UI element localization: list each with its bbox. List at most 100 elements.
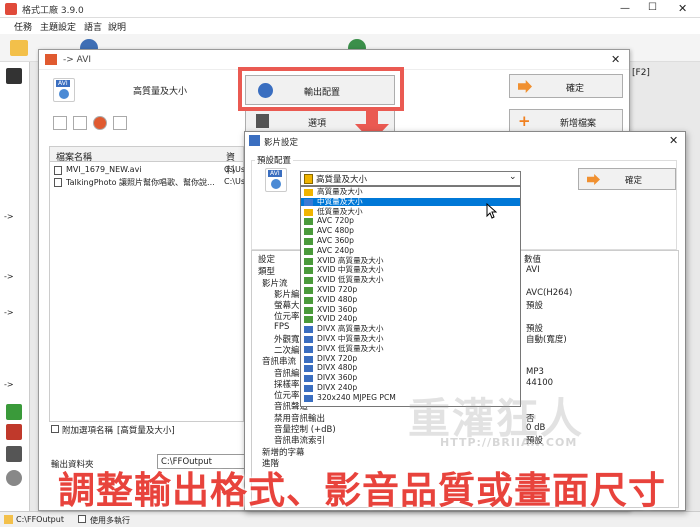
audio-icon[interactable] [6,404,22,420]
status-output-path[interactable]: C:\FFOutput [16,515,64,524]
table-row[interactable]: MVI_1679_NEW.avi C:\Us [52,165,245,176]
option-icon [304,247,313,255]
close-icon[interactable]: ✕ [611,53,620,66]
dropdown-option[interactable]: DIVX 中質量及大小 [301,334,520,344]
media-info-icon[interactable] [113,116,127,130]
remove-file-icon[interactable] [53,116,67,130]
dropdown-option[interactable]: XVID 360p [301,305,520,315]
option-icon [304,198,313,206]
video-icon[interactable] [6,68,22,84]
dropdown-option[interactable]: XVID 240p [301,315,520,324]
image-icon[interactable] [6,424,22,440]
ok-button[interactable]: 確定 [509,74,623,98]
multithread-checkbox[interactable] [78,515,86,523]
property-label[interactable]: 音訊串流索引 [274,434,325,446]
preset-selected: 高質量及大小 [316,175,368,185]
append-option-label: 附加選項名稱 [62,426,114,436]
chevron-down-icon[interactable]: ⌄ [509,172,517,182]
dropdown-option[interactable]: AVC 360p [301,236,520,246]
document-icon[interactable] [6,446,22,462]
option-icon [304,316,313,324]
play-icon[interactable] [93,116,107,130]
main-menubar: 任務 主題設定 語言 說明 [0,18,700,34]
dropdown-option[interactable]: XVID 高質量及大小 [301,256,520,266]
app-logo-icon [5,3,17,15]
dialog-ok-button[interactable]: 確定 [578,168,676,190]
highlight-box [238,67,404,111]
preset-group-label: 預設配置 [255,154,294,166]
main-sidebar: -> -> -> -> [0,62,30,514]
app-icon [249,135,260,146]
dropdown-option[interactable]: 高質量及大小 [301,187,520,197]
main-window-title: 格式工廠 3.9.0 [22,6,84,16]
close-icon[interactable]: ✕ [669,134,678,147]
sidebar-arrow: -> [4,272,14,281]
property-value[interactable]: 預設 [526,299,543,311]
menu-task[interactable]: 任務 [14,20,32,33]
quality-label: 高質量及大小 [133,87,188,97]
dropdown-option[interactable]: DIVX 高質量及大小 [301,324,520,334]
property-value[interactable]: 自動(寬度) [526,333,567,345]
col-value: 數值 [524,255,542,265]
save-icon [256,114,269,128]
arrow-right-icon [587,174,600,185]
dropdown-option[interactable]: DIVX 360p [301,373,520,383]
table-row[interactable]: TalkingPhoto 讓照片幫你唱歌、幫你說... C:\Us [52,177,245,188]
avi-format-icon: AVI [265,168,287,192]
avi-window-title: -> AVI [63,55,92,65]
col-setting: 設定 [258,255,276,265]
option-icon [304,365,313,373]
dropdown-option[interactable]: DIVX 低質量及大小 [301,344,520,354]
option-icon [304,257,313,265]
sidebar-arrow: -> [4,212,14,221]
app-icon [45,54,57,65]
dropdown-option[interactable]: AVC 480p [301,226,520,236]
file-table: MVI_1679_NEW.avi C:\Us TalkingPhoto 讓照片幫… [49,162,245,422]
maximize-icon[interactable]: ☐ [648,2,657,13]
property-label[interactable]: 類型 [258,265,275,277]
append-option-value: [高質量及大小] [117,426,175,436]
file-icon [54,178,62,187]
disc-icon[interactable] [6,470,22,486]
append-option-checkbox[interactable] [51,425,59,433]
menu-language[interactable]: 語言 [84,20,102,33]
sidebar-arrow: -> [4,308,14,317]
dropdown-option[interactable]: AVC 240p [301,246,520,256]
preset-combobox[interactable]: 高質量及大小 ⌄ [300,171,521,186]
option-icon [304,228,313,236]
add-file-button[interactable]: + 新增檔案 [509,109,623,133]
menu-theme[interactable]: 主題設定 [40,20,76,33]
property-value[interactable]: MP3 [526,367,544,377]
property-value[interactable]: AVC(H264) [526,288,572,298]
option-icon [304,394,313,402]
menu-help[interactable]: 說明 [108,20,126,33]
option-icon [304,306,313,314]
main-titlebar: 格式工廠 3.9.0 — ☐ ✕ [0,0,700,18]
option-icon [304,277,313,285]
property-label[interactable]: 音訊串流 [262,355,296,367]
option-icon [304,355,313,363]
dropdown-option[interactable]: XVID 720p [301,285,520,295]
watermark-url: HTTP://BRIIAN.COM [440,436,578,449]
close-icon[interactable]: ✕ [678,2,687,15]
option-icon [304,375,313,383]
option-icon [304,238,313,245]
mouse-cursor-icon [486,203,497,219]
avi-format-icon: AVI [53,78,75,102]
option-icon [304,189,313,196]
clear-list-icon[interactable] [73,116,87,130]
status-bar: C:\FFOutput 使用多執行 [0,511,700,527]
sidebar-arrow: -> [4,380,14,389]
dropdown-option[interactable]: XVID 480p [301,295,520,305]
property-label[interactable]: FPS [274,322,289,332]
dropdown-option[interactable]: DIVX 480p [301,364,520,373]
dropdown-option[interactable]: XVID 中質量及大小 [301,266,520,275]
preset-dropdown-list: 高質量及大小 中質量及大小 低質量及大小 AVC 720p AVC 480p AVC 36… [300,186,521,407]
dropdown-option[interactable]: XVID 低質量及大小 [301,275,520,285]
dropdown-option[interactable]: DIVX 720p [301,354,520,364]
property-value[interactable]: AVI [526,265,540,275]
property-label[interactable]: 位元率 [274,310,300,322]
folder-icon[interactable] [10,40,28,56]
minimize-icon[interactable]: — [620,3,630,14]
preset-icon [304,174,313,184]
